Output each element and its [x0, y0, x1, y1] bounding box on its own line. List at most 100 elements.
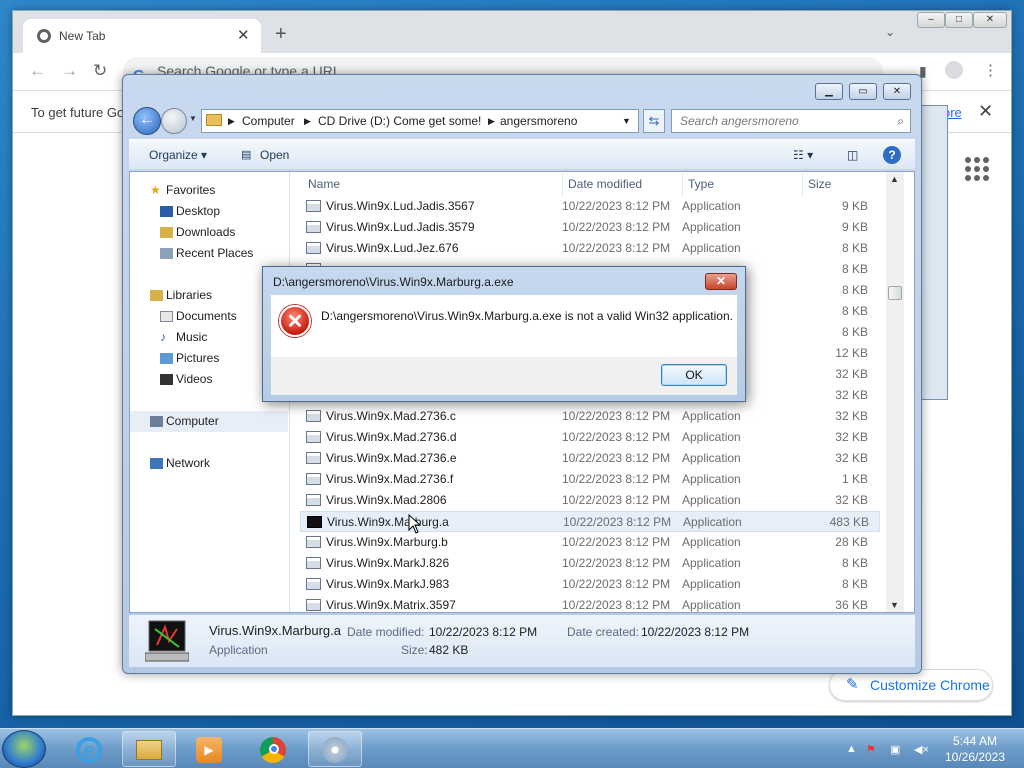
column-header-date[interactable]: Date modified [568, 177, 642, 191]
table-row[interactable]: Virus.Win9x.Marburg.b 10/22/2023 8:12 PM A… [300, 532, 880, 553]
breadcrumb-computer[interactable]: Computer [242, 110, 295, 132]
scroll-down-icon[interactable]: ▼ [890, 600, 899, 610]
table-row[interactable]: Virus.Win9x.Mad.2806 10/22/2023 8:12 PM Ap… [300, 490, 880, 511]
chrome-minimize-button[interactable]: – [917, 12, 945, 28]
table-row[interactable]: Virus.Win9x.Mad.2736.e 10/22/2023 8:12 PM… [300, 448, 880, 469]
taskbar-disc-app[interactable] [308, 731, 362, 767]
error-dialog: D:\angersmoreno\Virus.Win9x.Marburg.a.ex… [262, 266, 746, 402]
taskbar-chrome[interactable] [246, 731, 300, 767]
nav-recent-places[interactable]: Recent Places [130, 243, 288, 264]
vertical-scrollbar[interactable]: ▲ ▼ [886, 172, 904, 612]
details-modified-label: Date modified: [347, 625, 425, 639]
help-icon[interactable]: ? [883, 146, 901, 164]
more-menu-icon[interactable]: ⋮ [983, 61, 998, 79]
infobar-close-icon[interactable]: ✕ [978, 101, 993, 122]
open-icon[interactable]: ▤ [241, 148, 251, 161]
address-dropdown-icon[interactable]: ▼ [622, 110, 631, 132]
new-tab-button[interactable]: + [275, 23, 287, 46]
taskbar-explorer[interactable] [122, 731, 176, 767]
search-icon[interactable]: ⌕ [897, 110, 904, 132]
application-file-icon [306, 473, 321, 485]
address-bar[interactable]: ▶ Computer ▶ CD Drive (D:) Come get some… [201, 109, 639, 133]
file-type: Application [682, 577, 741, 591]
column-header-name[interactable]: Name [308, 177, 340, 191]
open-button[interactable]: Open [260, 148, 289, 162]
views-icon[interactable]: ☷ ▾ [793, 148, 813, 162]
nav-downloads[interactable]: Downloads [130, 222, 288, 243]
column-separator[interactable] [562, 174, 563, 196]
action-center-icon[interactable]: ⚑ [866, 743, 876, 756]
column-separator[interactable] [682, 174, 683, 196]
file-type: Application [683, 515, 742, 529]
nav-desktop[interactable]: Desktop [130, 201, 288, 222]
table-row[interactable]: Virus.Win9x.Matrix.3597 10/22/2023 8:12 P… [300, 595, 880, 616]
table-row[interactable]: Virus.Win9x.Mad.2736.c 10/22/2023 8:12 PM… [300, 406, 880, 427]
forward-arrow-icon[interactable]: → [61, 61, 78, 81]
network-status-icon[interactable]: ▣ [890, 743, 900, 756]
command-bar: Organize ▾ ▤ Open ☷ ▾ ◫ ? [129, 139, 915, 169]
profile-avatar[interactable] [945, 61, 963, 79]
column-separator[interactable] [802, 174, 803, 196]
table-row[interactable]: Virus.Win9x.MarkJ.826 10/22/2023 8:12 PM A… [300, 553, 880, 574]
explorer-titlebar[interactable]: ▁ ▭ ✕ [123, 75, 921, 105]
organize-menu[interactable]: Organize ▾ [149, 148, 207, 162]
refresh-button[interactable]: ⇆ [643, 109, 665, 133]
clock[interactable]: 5:44 AM 10/26/2023 [935, 733, 1015, 765]
chrome-close-button[interactable]: ✕ [973, 12, 1007, 28]
nav-computer[interactable]: Computer [130, 411, 288, 432]
explorer-close-button[interactable]: ✕ [883, 83, 911, 100]
column-header-type[interactable]: Type [688, 177, 714, 191]
column-header-size[interactable]: Size [808, 177, 831, 191]
recent-pages-chevron-icon[interactable]: ▼ [189, 114, 197, 123]
start-button[interactable] [2, 730, 46, 768]
taskbar-internet-explorer[interactable]: e [62, 731, 116, 767]
tab-search-chevron-icon[interactable]: ⌄ [885, 25, 895, 39]
nav-network[interactable]: Network [130, 453, 288, 474]
breadcrumb-angersmoreno[interactable]: angersmoreno [500, 110, 577, 132]
chrome-maximize-button[interactable]: □ [945, 12, 973, 28]
table-row[interactable]: Virus.Win9x.Marburg.a 10/22/2023 8:12 PM A… [300, 511, 880, 532]
table-row[interactable]: Virus.Win9x.MarkJ.983 10/22/2023 8:12 PM A… [300, 574, 880, 595]
table-row[interactable]: Virus.Win9x.Mad.2736.f 10/22/2023 8:12 PM… [300, 469, 880, 490]
table-row[interactable]: Virus.Win9x.Lud.Jez.676 10/22/2023 8:12 P… [300, 238, 880, 259]
folder-icon [206, 114, 222, 126]
clock-date: 10/26/2023 [944, 750, 1006, 764]
explorer-minimize-button[interactable]: ▁ [815, 83, 843, 100]
recent-places-icon [160, 248, 173, 259]
google-apps-icon[interactable] [965, 157, 989, 181]
tab-new-tab[interactable]: New Tab ✕ [23, 19, 261, 53]
scroll-thumb[interactable] [888, 286, 902, 300]
volume-muted-icon[interactable]: ◀× [914, 743, 929, 756]
preview-pane-icon[interactable]: ◫ [847, 148, 858, 162]
file-date: 10/22/2023 8:12 PM [562, 493, 671, 507]
reload-icon[interactable]: ↻ [93, 61, 107, 81]
file-date: 10/22/2023 8:12 PM [562, 598, 671, 612]
file-name: Virus.Win9x.Lud.Jadis.3579 [326, 220, 475, 234]
nav-favorites[interactable]: ★ Favorites [130, 180, 288, 201]
file-size: 28 KB [835, 535, 868, 549]
application-file-icon [306, 599, 321, 611]
breadcrumb-arrow-icon[interactable]: ▶ [488, 110, 495, 132]
application-file-icon [306, 578, 321, 590]
forward-button[interactable] [161, 108, 187, 134]
table-row[interactable]: Virus.Win9x.Lud.Jadis.3579 10/22/2023 8:1… [300, 217, 880, 238]
file-name: Virus.Win9x.Mad.2736.c [326, 409, 456, 423]
explorer-maximize-button[interactable]: ▭ [849, 83, 877, 100]
ok-button[interactable]: OK [661, 364, 727, 386]
back-arrow-icon[interactable]: ← [29, 61, 46, 81]
file-date: 10/22/2023 8:12 PM [562, 451, 671, 465]
search-input[interactable]: Search angersmoreno ⌕ [671, 109, 911, 133]
application-file-icon [306, 452, 321, 464]
breadcrumb-arrow-icon[interactable]: ▶ [228, 110, 235, 132]
table-row[interactable]: Virus.Win9x.Lud.Jadis.3567 10/22/2023 8:1… [300, 196, 880, 217]
file-size: 8 KB [841, 241, 868, 255]
dialog-close-button[interactable]: ✕ [705, 273, 737, 290]
taskbar-media-player[interactable]: ▶ [182, 731, 236, 767]
show-hidden-icons-icon[interactable]: ▲ [846, 743, 857, 755]
breadcrumb-cd-drive[interactable]: CD Drive (D:) Come get some! [318, 110, 481, 132]
scroll-up-icon[interactable]: ▲ [890, 174, 899, 184]
table-row[interactable]: Virus.Win9x.Mad.2736.d 10/22/2023 8:12 PM… [300, 427, 880, 448]
tab-close-icon[interactable]: ✕ [237, 26, 250, 44]
back-button[interactable]: ← [133, 107, 161, 135]
breadcrumb-arrow-icon[interactable]: ▶ [304, 110, 311, 132]
